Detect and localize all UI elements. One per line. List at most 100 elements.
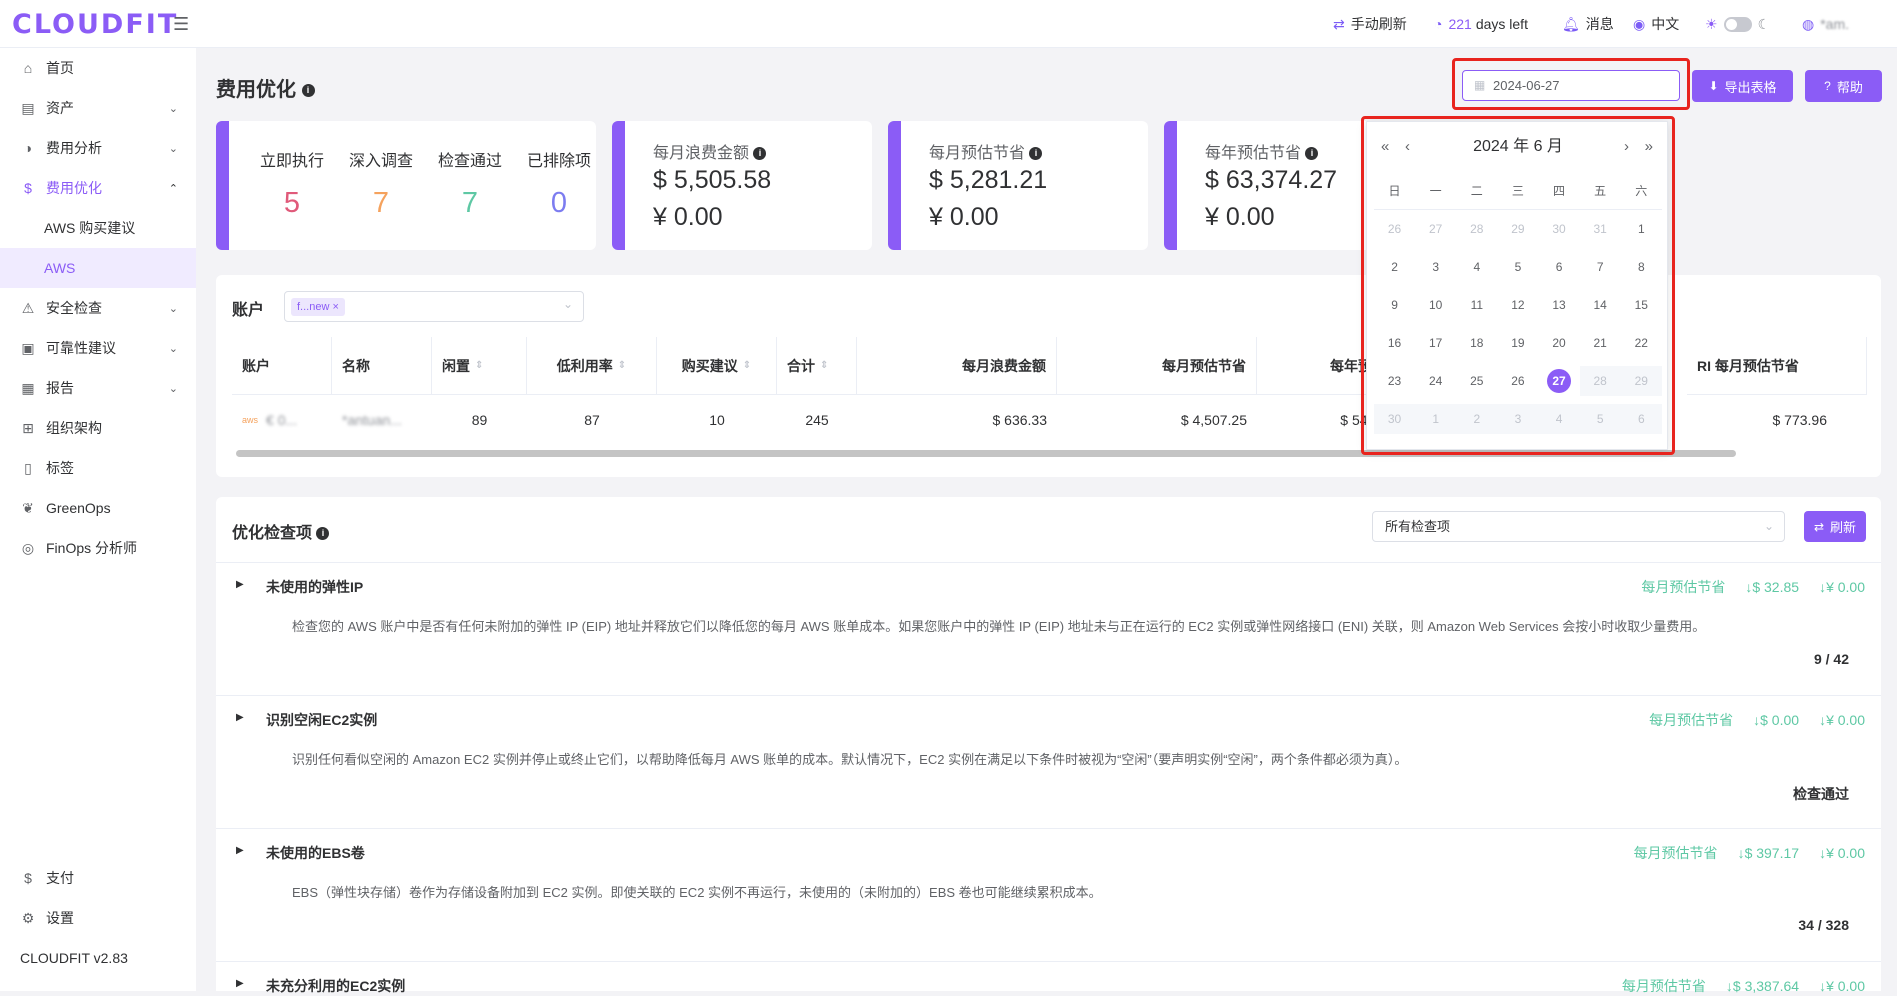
license-days-left[interactable]: ◔ 221 days left: [1434, 0, 1528, 48]
sidebar: ⌂ 首页 ▤ 资产 ⌄ ◑ 费用分析 ⌄ $ 费用优化 ⌃ AWS 购买建议 AWS ⚠ 安全检…: [0, 48, 196, 991]
gauge-icon: ◑: [23, 140, 33, 156]
col-low-util[interactable]: 低利用率 ⇕: [527, 337, 657, 395]
check-item[interactable]: ▶ 未充分利用的EC2实例 每月预估节省 ↓$ 3,387.64 ↓¥ 0.00: [216, 961, 1881, 994]
account-tag[interactable]: f...new ×: [291, 298, 345, 316]
chevron-down-icon: ⌄: [168, 142, 178, 155]
expand-arrow-icon[interactable]: ▶: [236, 712, 244, 723]
col-name: 名称: [332, 337, 432, 395]
check-item[interactable]: ▶ 未使用的弹性IP 每月预估节省 ↓$ 32.85 ↓¥ 0.00 检查您的 AW…: [216, 562, 1881, 695]
stat-passed[interactable]: 检查通过 7: [425, 147, 515, 220]
export-button[interactable]: ⬇ 导出表格: [1692, 70, 1793, 102]
checks-panel: 优化检查项 i 所有检查项 ⌄ ⇄ 刷新 ▶ 未使用的弹性IP 每月预估节省 ↓$ 3…: [216, 497, 1881, 994]
cell-purchase: 10: [709, 412, 725, 428]
chevron-down-icon: ⌄: [1763, 519, 1774, 533]
col-total[interactable]: 合计 ⇕: [777, 337, 857, 395]
cell-name: *antuan...: [342, 412, 402, 428]
theme-toggle[interactable]: ☀ ☾: [1705, 0, 1770, 48]
messages-button[interactable]: 🔔︎ 消息: [1562, 0, 1614, 48]
sidebar-item-org[interactable]: ⊞ 组织架构: [0, 408, 196, 448]
cell-ri-monthly: $ 773.96: [1772, 412, 1828, 428]
col-purchase[interactable]: 购买建议 ⇕: [657, 337, 777, 395]
download-icon: ⬇: [1708, 79, 1719, 93]
gear-icon: ⚙: [21, 909, 35, 926]
check-item[interactable]: ▶ 未使用的EBS卷 每月预估节省 ↓$ 397.17 ↓¥ 0.00 EBS（弹性…: [216, 828, 1881, 961]
org-icon: ⊞: [22, 419, 34, 436]
sidebar-item-security[interactable]: ⚠ 安全检查 ⌄: [0, 288, 196, 328]
info-icon[interactable]: i: [1305, 147, 1319, 161]
menu-toggle-icon[interactable]: ☰: [173, 14, 189, 35]
sidebar-item-aws[interactable]: AWS: [0, 248, 196, 288]
check-status: 34 / 328: [1798, 917, 1849, 933]
checks-title: 优化检查项: [232, 525, 313, 542]
tag-icon: ▯: [24, 459, 32, 476]
sidebar-item-cost-analysis[interactable]: ◑ 费用分析 ⌄: [0, 128, 196, 168]
info-icon[interactable]: i: [316, 527, 330, 541]
expand-arrow-icon[interactable]: ▶: [236, 845, 244, 856]
stat-excluded[interactable]: 已排除项 0: [514, 147, 596, 220]
refresh-button[interactable]: ⇄ 刷新: [1804, 511, 1866, 542]
user-icon: ◍: [1802, 15, 1815, 32]
sort-icon: ⇕: [820, 360, 829, 371]
info-icon[interactable]: i: [1029, 147, 1043, 161]
status-summary-card: 立即执行 5 深入调查 7 检查通过 7 已排除项 0: [216, 121, 596, 250]
stat-execute[interactable]: 立即执行 5: [247, 147, 337, 220]
col-idle[interactable]: 闲置 ⇕: [432, 337, 527, 395]
monthly-waste-usd: $ 5,505.58: [653, 166, 772, 194]
sidebar-item-greenops[interactable]: ❦ GreenOps: [0, 488, 196, 528]
user-menu[interactable]: ◍ *am.: [1802, 0, 1849, 48]
sidebar-item-aws-purchase[interactable]: AWS 购买建议: [0, 208, 196, 248]
chevron-up-icon: ⌃: [168, 182, 178, 195]
cell-account: aws € 0...: [242, 412, 298, 428]
chevron-down-icon: ⌄: [562, 297, 573, 311]
sidebar-item-assets[interactable]: ▤ 资产 ⌄: [0, 88, 196, 128]
aws-icon: aws: [242, 415, 259, 425]
sort-icon: ⇕: [742, 360, 752, 371]
yearly-savings-usd: $ 63,374.27: [1205, 166, 1338, 194]
cell-low-util: 87: [584, 412, 600, 428]
help-button[interactable]: ? 帮助: [1805, 70, 1882, 102]
manual-refresh-button[interactable]: ⇄ 手动刷新: [1333, 0, 1407, 48]
app-logo: CLOUDFIT: [12, 9, 179, 40]
stat-investigate[interactable]: 深入调查 7: [336, 147, 426, 220]
sidebar-item-settings[interactable]: ⚙ 设置: [0, 898, 196, 938]
cell-monthly-savings: $ 4,507.25: [1180, 412, 1247, 428]
info-icon[interactable]: i: [753, 147, 767, 161]
col-monthly-waste: 每月浪费金额: [857, 337, 1057, 395]
calendar-icon: ▦: [1474, 78, 1486, 92]
refresh-icon: ⇄: [1333, 15, 1345, 32]
check-status: 9 / 42: [1813, 651, 1849, 667]
sidebar-item-reliability[interactable]: ▣ 可靠性建议 ⌄: [0, 328, 196, 368]
dollar-circle-icon: $: [24, 870, 32, 886]
asset-icon: ▤: [21, 99, 35, 116]
sidebar-item-pay[interactable]: $ 支付: [0, 858, 196, 898]
alarm-icon: ⚠: [21, 299, 35, 316]
sidebar-item-tags[interactable]: ▯ 标签: [0, 448, 196, 488]
sun-icon: ☀: [1705, 15, 1718, 32]
sidebar-item-reports[interactable]: ▦ 报告 ⌄: [0, 368, 196, 408]
expand-arrow-icon[interactable]: ▶: [236, 579, 244, 590]
report-icon: ▦: [21, 379, 35, 396]
sidebar-item-finops-analyst[interactable]: ◎ FinOps 分析师: [0, 528, 196, 568]
info-icon[interactable]: i: [301, 84, 315, 98]
check-item[interactable]: ▶ 识别空闲EC2实例 每月预估节省 ↓$ 0.00 ↓¥ 0.00 识别任何看似空…: [216, 695, 1881, 828]
chevron-down-icon: ⌄: [168, 102, 178, 115]
chevron-down-icon: ⌄: [168, 302, 178, 315]
language-switch[interactable]: ◉ 中文: [1633, 0, 1679, 48]
sidebar-item-cost-optimization[interactable]: $ 费用优化 ⌃: [0, 168, 196, 208]
check-filter-select[interactable]: 所有检查项 ⌄: [1372, 511, 1785, 542]
monthly-savings-usd: $ 5,281.21: [929, 166, 1048, 194]
theme-switch[interactable]: [1723, 16, 1752, 32]
expand-arrow-icon[interactable]: ▶: [236, 978, 244, 989]
refresh-icon: ⇄: [1813, 519, 1825, 534]
leaf-icon: ❦: [22, 499, 34, 516]
monthly-waste-card: 每月浪费金额 i $ 5,505.58 ¥ 0.00: [612, 121, 872, 250]
account-select[interactable]: f...new × ⌄: [284, 291, 584, 322]
sort-icon: ⇕: [475, 360, 484, 371]
moon-icon: ☾: [1757, 15, 1771, 32]
monthly-savings-card: 每月预估节省 i $ 5,281.21 ¥ 0.00: [888, 121, 1148, 250]
bell-icon: 🔔︎: [1562, 15, 1580, 32]
chevron-down-icon: ⌄: [168, 382, 178, 395]
chevron-down-icon: ⌄: [168, 342, 178, 355]
sidebar-item-home[interactable]: ⌂ 首页: [0, 48, 196, 88]
date-picker-input[interactable]: ▦ 2024-06-27: [1462, 70, 1680, 101]
